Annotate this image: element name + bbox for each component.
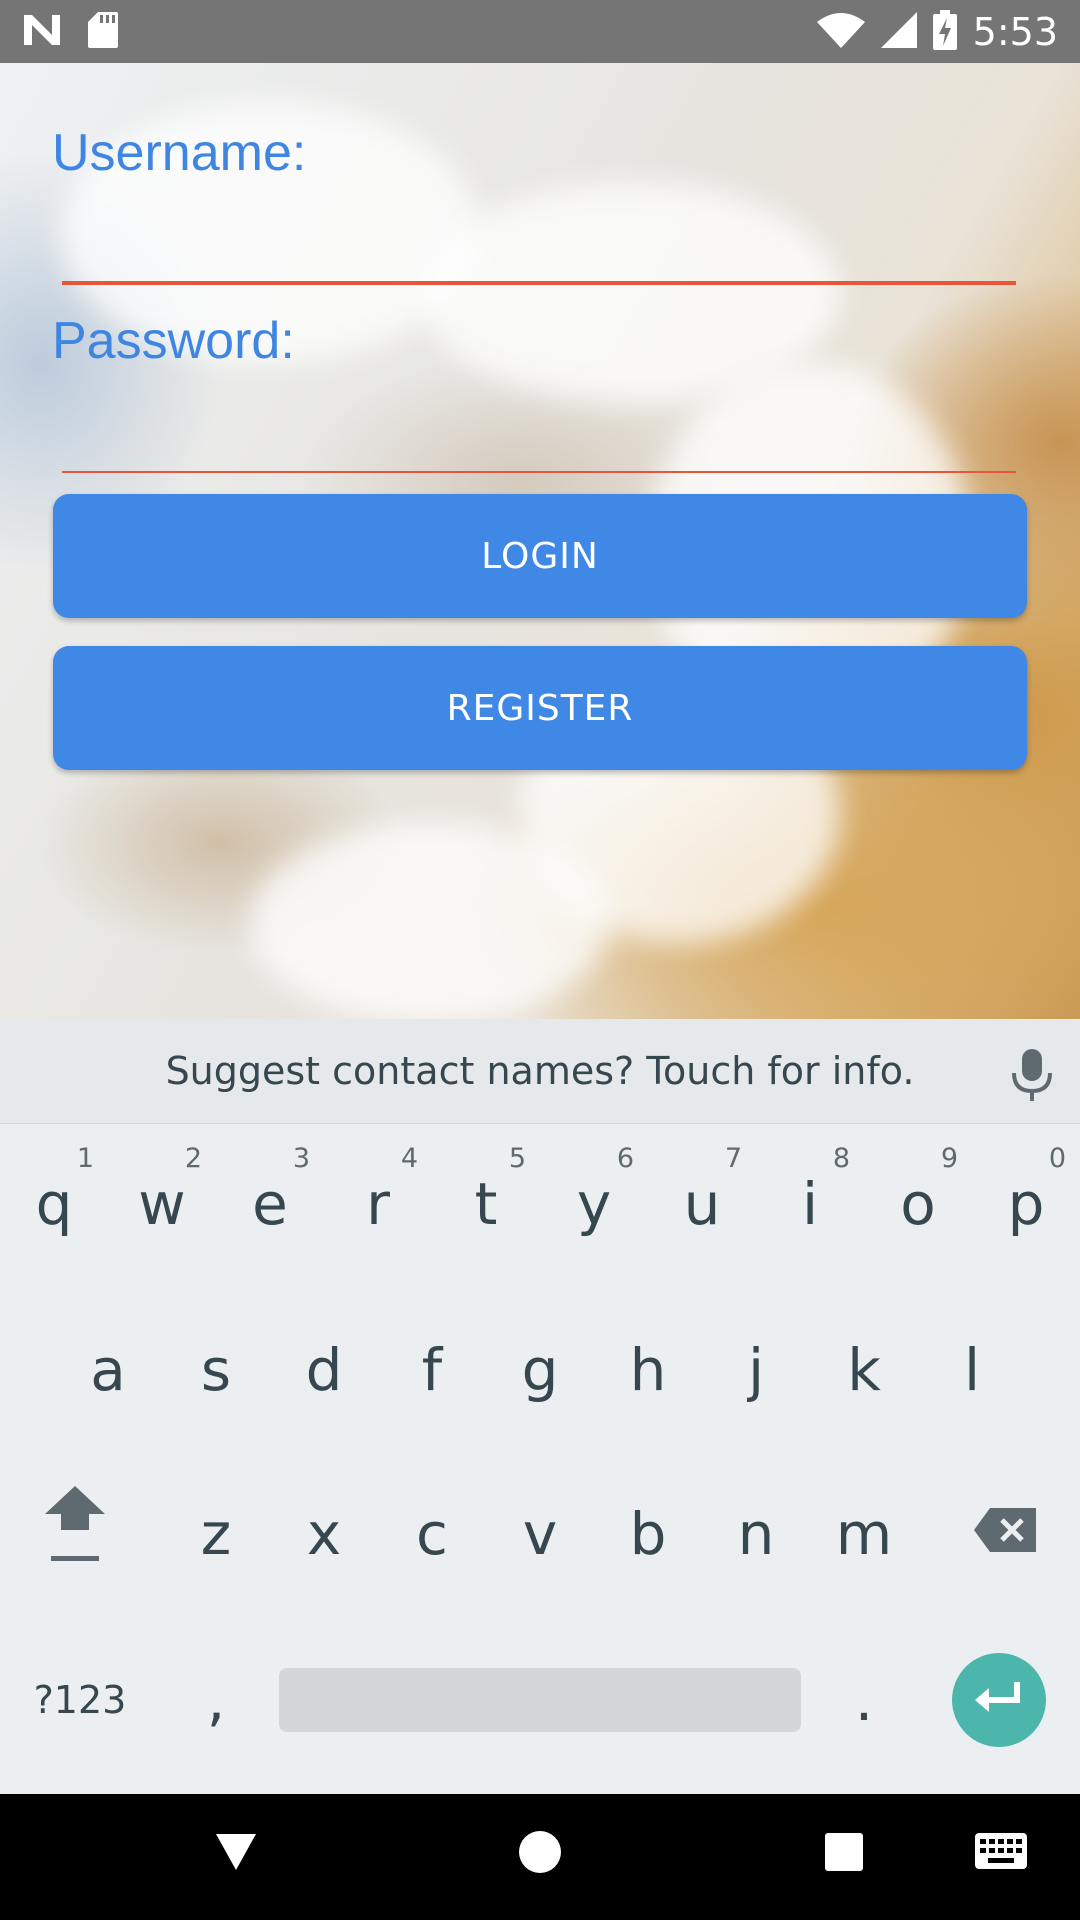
- key-m[interactable]: m: [810, 1469, 918, 1599]
- shift-icon: [43, 1480, 107, 1584]
- key-x[interactable]: x: [270, 1469, 378, 1599]
- keyboard-switch-icon[interactable]: [974, 1832, 1028, 1874]
- suggestion-text[interactable]: Suggest contact names? Touch for info.: [0, 1049, 1080, 1093]
- key-label: w: [138, 1170, 186, 1238]
- key-label: i: [801, 1170, 819, 1238]
- space-key[interactable]: [279, 1668, 801, 1732]
- suggestion-strip[interactable]: Suggest contact names? Touch for info.: [0, 1019, 1080, 1124]
- key-u[interactable]: u7: [648, 1139, 756, 1269]
- recents-icon[interactable]: [824, 1830, 864, 1878]
- key-label: u: [683, 1170, 721, 1238]
- key-o[interactable]: o9: [864, 1139, 972, 1269]
- n-logo-icon: [22, 13, 62, 51]
- key-label: p: [1007, 1170, 1045, 1238]
- key-f[interactable]: f: [378, 1305, 486, 1435]
- key-b[interactable]: b: [594, 1469, 702, 1599]
- key-hint: 0: [1048, 1143, 1066, 1174]
- status-left: [22, 11, 118, 52]
- key-j[interactable]: j: [702, 1305, 810, 1435]
- key-i[interactable]: i8: [756, 1139, 864, 1269]
- key-c[interactable]: c: [378, 1469, 486, 1599]
- key-t[interactable]: t5: [432, 1139, 540, 1269]
- status-bar: 5:53: [0, 0, 1080, 63]
- key-q[interactable]: q1: [0, 1139, 108, 1269]
- key-h[interactable]: h: [594, 1305, 702, 1435]
- comma-key[interactable]: ,: [162, 1635, 270, 1765]
- clock: 5:53: [972, 9, 1058, 54]
- back-icon[interactable]: [214, 1830, 258, 1878]
- username-label: Username:: [52, 124, 307, 182]
- key-hint: 3: [292, 1143, 310, 1174]
- key-hint: 5: [508, 1143, 526, 1174]
- key-y[interactable]: y6: [540, 1139, 648, 1269]
- enter-icon: [973, 1678, 1025, 1722]
- register-button[interactable]: REGISTER: [53, 646, 1027, 770]
- period-key[interactable]: .: [810, 1635, 918, 1765]
- navigation-bar: [0, 1794, 1080, 1920]
- key-hint: 2: [184, 1143, 202, 1174]
- wifi-icon: [816, 12, 865, 52]
- key-label: t: [474, 1170, 498, 1238]
- status-right: 5:53: [816, 9, 1058, 54]
- backspace-key[interactable]: [950, 1469, 1060, 1599]
- screen: 5:53 Username: Password: LOGIN REGISTER …: [0, 0, 1080, 1920]
- key-g[interactable]: g: [486, 1305, 594, 1435]
- key-hint: 4: [400, 1143, 418, 1174]
- symbols-key[interactable]: ?123: [10, 1635, 150, 1765]
- background-foam: [250, 823, 610, 1019]
- key-n[interactable]: n: [702, 1469, 810, 1599]
- password-input[interactable]: [62, 411, 1016, 473]
- backspace-icon: [972, 1500, 1038, 1568]
- key-z[interactable]: z: [162, 1469, 270, 1599]
- key-s[interactable]: s: [162, 1305, 270, 1435]
- key-hint: 7: [724, 1143, 742, 1174]
- key-a[interactable]: a: [54, 1305, 162, 1435]
- login-screen: Username: Password: LOGIN REGISTER: [0, 63, 1080, 1019]
- key-r[interactable]: r4: [324, 1139, 432, 1269]
- microphone-icon[interactable]: [1008, 1047, 1056, 1107]
- key-label: y: [576, 1170, 612, 1238]
- key-label: o: [900, 1170, 936, 1238]
- shift-key[interactable]: [20, 1467, 130, 1597]
- key-p[interactable]: p0: [972, 1139, 1080, 1269]
- password-label: Password:: [52, 312, 295, 370]
- key-hint: 9: [940, 1143, 958, 1174]
- key-k[interactable]: k: [810, 1305, 918, 1435]
- soft-keyboard: Suggest contact names? Touch for info. q…: [0, 1019, 1080, 1794]
- key-e[interactable]: e3: [216, 1139, 324, 1269]
- key-d[interactable]: d: [270, 1305, 378, 1435]
- key-label: e: [252, 1170, 288, 1238]
- sd-card-icon: [88, 11, 118, 52]
- key-label: r: [366, 1170, 390, 1238]
- key-hint: 8: [832, 1143, 850, 1174]
- key-hint: 6: [616, 1143, 634, 1174]
- key-l[interactable]: l: [918, 1305, 1026, 1435]
- battery-charging-icon: [932, 9, 957, 54]
- key-v[interactable]: v: [486, 1469, 594, 1599]
- username-input[interactable]: [62, 223, 1016, 285]
- home-icon[interactable]: [518, 1830, 562, 1878]
- key-label: q: [35, 1170, 73, 1238]
- signal-icon: [880, 11, 917, 52]
- key-w[interactable]: w2: [108, 1139, 216, 1269]
- login-button[interactable]: LOGIN: [53, 494, 1027, 618]
- key-hint: 1: [76, 1143, 94, 1174]
- enter-key[interactable]: [952, 1653, 1046, 1747]
